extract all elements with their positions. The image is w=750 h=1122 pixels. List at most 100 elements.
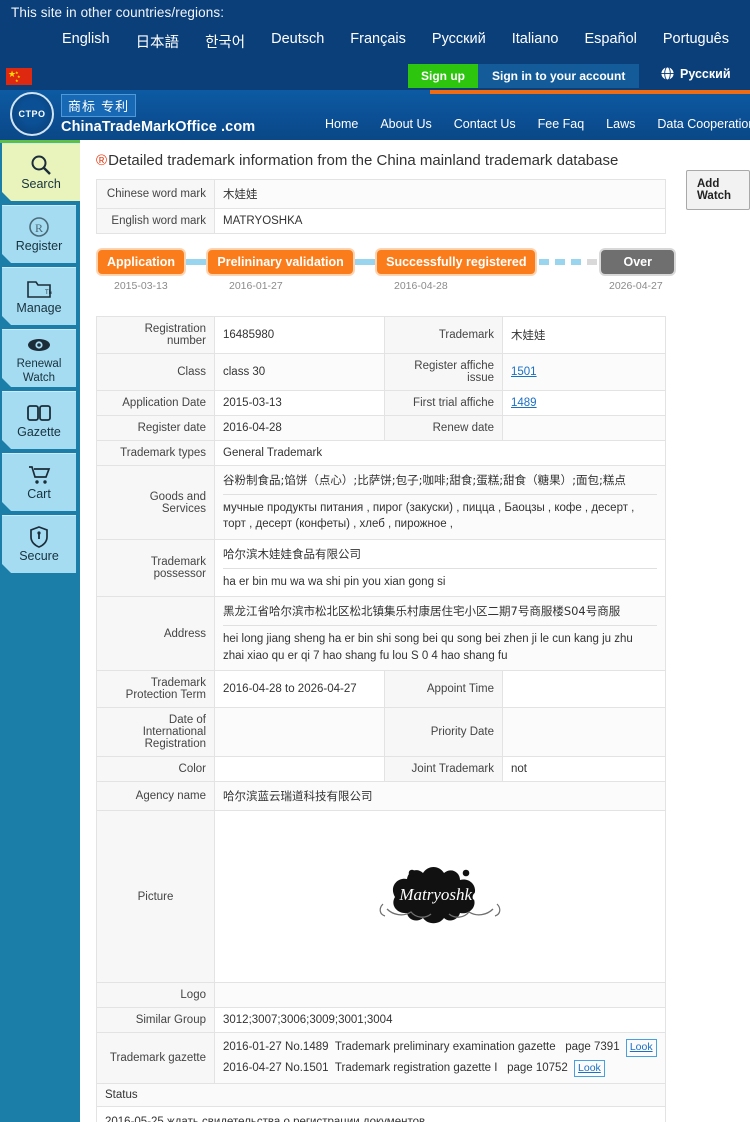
sidebar-item-search[interactable]: Search: [2, 143, 80, 201]
language-link-russian[interactable]: Русский: [432, 31, 486, 52]
page-root: This site in other countries/regions: En…: [0, 0, 750, 1122]
agency-name-label: Agency name: [96, 781, 215, 812]
goods-value-russian: мучные продукты питания , пирог (закуски…: [223, 501, 635, 531]
nav-item-laws[interactable]: Laws: [606, 117, 635, 131]
language-link-spanish[interactable]: Español: [584, 31, 636, 52]
status-timeline: Application Prelininary validation Succe…: [96, 248, 676, 306]
svg-text:TM: TM: [45, 290, 52, 296]
application-date-value: 2015-03-13: [214, 390, 385, 416]
agency-name-value: 哈尔滨蓝云瑞道科技有限公司: [214, 781, 666, 812]
language-link-french[interactable]: Français: [350, 31, 406, 52]
timeline-step-successfully-registered[interactable]: Successfully registered: [375, 248, 538, 276]
brand-bar: CTPO 商标 专利 ChinaTradeMarkOffice .com Hom…: [0, 90, 750, 140]
register-affiche-issue-link[interactable]: 1501: [511, 366, 537, 378]
sidebar-item-gazette[interactable]: Gazette: [2, 391, 76, 449]
language-link-portuguese[interactable]: Português: [663, 31, 729, 52]
address-value: 黑龙江省哈尔滨市松北区松北镇集乐村康居住宅小区二期7号商服楼S04号商服 hei…: [214, 596, 666, 672]
protection-term-value: 2016-04-28 to 2026-04-27: [214, 670, 385, 709]
color-value: [214, 756, 385, 783]
language-link-italian[interactable]: Italiano: [512, 31, 559, 52]
register-date-value: 2016-04-28: [214, 415, 385, 441]
divider: [223, 625, 657, 627]
add-watch-button[interactable]: Add Watch: [686, 170, 750, 210]
wordmark-table: Chinese word mark 木娃娃 English word mark …: [96, 179, 666, 234]
language-link-japanese[interactable]: 日本語: [136, 31, 180, 52]
nav-item-home[interactable]: Home: [325, 117, 358, 131]
table-row: Goods and Services 谷粉制食品;馅饼（点心）;比萨饼;包子;咖…: [96, 464, 666, 541]
gazette-look-button[interactable]: Look: [574, 1059, 605, 1077]
sidebar-item-renewal-watch[interactable]: Renewal Watch: [2, 329, 76, 387]
sign-in-button[interactable]: Sign in to your account: [478, 64, 640, 88]
site-logo[interactable]: CTPO 商标 专利 ChinaTradeMarkOffice .com: [10, 92, 255, 136]
sidebar-item-cart[interactable]: Cart: [2, 453, 76, 511]
renew-date-label: Renew date: [384, 415, 503, 441]
status-heading: Status: [96, 1083, 666, 1107]
timeline-step-application[interactable]: Application: [96, 248, 187, 276]
table-row: Agency name 哈尔滨蓝云瑞道科技有限公司: [96, 781, 666, 812]
nav-item-fee-faq[interactable]: Fee Faq: [538, 117, 585, 131]
sign-up-button[interactable]: Sign up: [408, 64, 478, 88]
trademark-gazette-label: Trademark gazette: [96, 1032, 215, 1084]
picture-label: Picture: [96, 810, 215, 984]
language-link-korean[interactable]: 한국어: [205, 31, 245, 52]
first-trial-affiche-label: First trial affiche: [384, 390, 503, 416]
table-row: Picture Matryoshka: [96, 810, 666, 984]
shopping-cart-icon: [27, 463, 51, 487]
trademark-types-value: General Trademark: [214, 440, 666, 466]
table-row: Register date 2016-04-28 Renew date: [96, 415, 666, 441]
address-value-chinese: 黑龙江省哈尔滨市松北区松北镇集乐村康居住宅小区二期7号商服楼S04号商服: [223, 604, 621, 619]
gazette-look-button[interactable]: Look: [625, 1039, 657, 1057]
sidebar-item-secure[interactable]: Secure: [2, 515, 76, 573]
trademark-details-table: Registration number 16485980 Trademark 木…: [96, 316, 666, 1084]
language-link-english[interactable]: English: [62, 31, 110, 52]
priority-date-label: Priority Date: [384, 707, 503, 758]
english-word-mark-value: MATRYOSHKA: [214, 208, 666, 234]
nav-item-data-cooperation[interactable]: Data Cooperation: [657, 117, 750, 131]
magnifier-icon: [29, 153, 53, 177]
account-bar: ★ ★ ★ ★ Sign up Sign in to your account Рус…: [0, 62, 750, 90]
status-entry-russian: ждать свидетельства о регистрации докуме…: [167, 1115, 426, 1122]
timeline-step-preliminary-validation[interactable]: Prelininary validation: [206, 248, 355, 276]
timeline-connector: [186, 259, 207, 265]
appoint-time-label: Appoint Time: [384, 670, 503, 709]
main-content: ® Detailed trademark information from th…: [80, 140, 750, 1122]
timeline-connector: [354, 259, 376, 265]
nav-item-contact-us[interactable]: Contact Us: [454, 117, 516, 131]
sidebar-item-label-watch: Watch: [22, 371, 56, 384]
table-row: Logo: [96, 982, 666, 1009]
language-picker-label: Русский: [680, 66, 731, 81]
registration-number-value: 16485980: [214, 316, 385, 354]
table-row: Chinese word mark 木娃娃: [96, 179, 666, 209]
intl-registration-value: [214, 707, 385, 758]
globe-icon: [660, 66, 675, 81]
english-word-mark-label: English word mark: [96, 208, 215, 234]
language-list: English 日本語 한국어 Deutsch Français Русский…: [0, 31, 750, 52]
timeline-date-application: 2015-03-13: [114, 280, 168, 292]
china-flag-icon: ★ ★ ★ ★: [6, 67, 32, 85]
possessor-value-chinese: 哈尔滨木娃娃食品有限公司: [223, 547, 361, 562]
protection-term-label-line1: Trademark: [150, 677, 206, 690]
goods-and-services-label: Goods and Services: [96, 464, 215, 541]
brand-chinese-badge: 商标 专利: [61, 93, 137, 117]
sidebar-item-label-search: Search: [21, 177, 61, 192]
status-history: 2016-05-25 ждать свидетельства о регистр…: [96, 1106, 666, 1122]
sidebar-item-label-cart: Cart: [27, 487, 51, 502]
first-trial-affiche-link[interactable]: 1489: [511, 397, 537, 409]
nav-item-about-us[interactable]: About Us: [380, 117, 431, 131]
intl-registration-label: Date of International Registration: [96, 707, 215, 758]
table-row: Trademark possessor 哈尔滨木娃娃食品有限公司 ha er b…: [96, 539, 666, 598]
page-title-text: Detailed trademark information from the …: [108, 152, 619, 169]
sidebar-item-register[interactable]: R Register: [2, 205, 76, 263]
sidebar-item-manage[interactable]: TM Manage: [2, 267, 76, 325]
timeline-date-registered: 2016-04-28: [394, 280, 448, 292]
trademark-value: 木娃娃: [502, 316, 666, 354]
language-link-german[interactable]: Deutsch: [271, 31, 324, 52]
status-entry-date: 2016-05-25: [105, 1115, 164, 1122]
protection-term-label: Trademark Protection Term: [96, 670, 215, 709]
gazette-date: 2016-04-27: [223, 1061, 282, 1074]
gazette-no: No.1501: [285, 1061, 329, 1074]
language-picker[interactable]: Русский: [660, 66, 731, 81]
goods-and-services-value: 谷粉制食品;馅饼（点心）;比萨饼;包子;咖啡;甜食;蛋糕;甜食（糖果）;面包;糕…: [214, 464, 666, 541]
application-date-label: Application Date: [96, 390, 215, 416]
table-row: English word mark MATRYOSHKA: [96, 208, 666, 234]
